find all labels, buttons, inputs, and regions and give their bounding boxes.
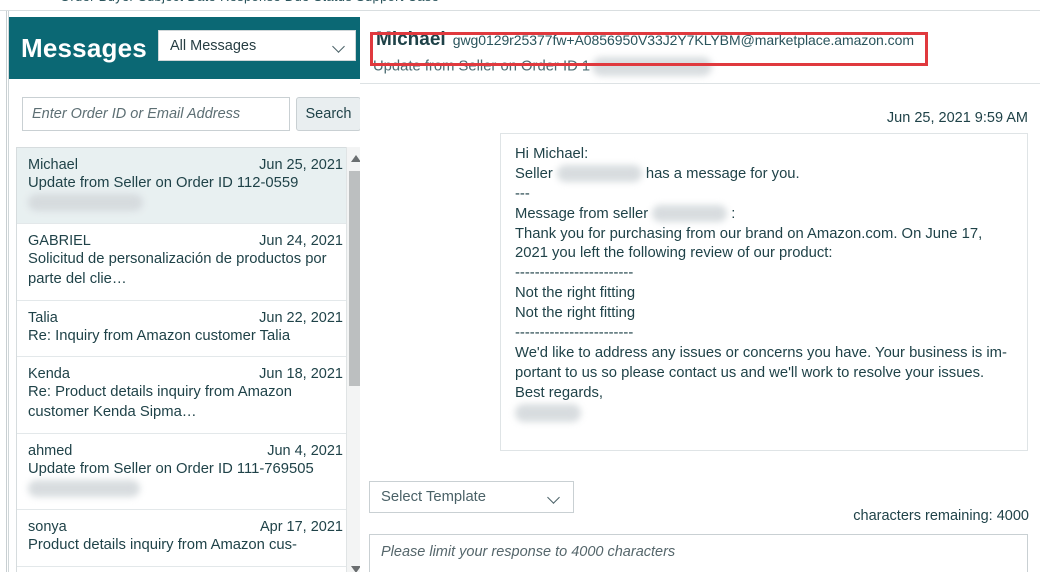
list-item-meta: sonya Apr 17, 2021 [28, 519, 343, 535]
list-item-subject: Product details inquiry from Amazon cus- [28, 537, 297, 554]
list-item-date: Apr 17, 2021 [259, 519, 343, 536]
redaction-block [652, 205, 728, 223]
list-item-subject-text: Update from Seller on Order ID 111-76950… [28, 460, 314, 477]
list-item-sender: ahmed [28, 442, 73, 459]
redaction-block [515, 403, 581, 422]
select-template-dropdown[interactable]: Select Template [369, 481, 574, 513]
list-item[interactable]: ahmed Jun 4, 2021 Update from Seller on … [17, 433, 354, 511]
body-closing: We'd like to address any issues or conce… [515, 344, 1007, 381]
list-item-sender: Michael [28, 157, 78, 173]
thread-timestamp: Jun 25, 2021 9:59 AM [886, 110, 1028, 126]
list-item[interactable]: Talia Jun 22, 2021 Re: Inquiry from Amaz… [17, 300, 354, 358]
reply-textarea[interactable] [369, 534, 1028, 572]
body-seller-suffix: has a message for you. [645, 165, 800, 182]
chevron-down-icon [548, 493, 561, 501]
message-body: Hi Michael: Seller has a message for you.… [500, 133, 1028, 451]
list-item[interactable]: Michael Jun 25, 2021 Update from Seller … [17, 148, 354, 225]
thread-subject: Update from Seller on Order ID 1 [373, 57, 713, 76]
body-separator: --- [515, 185, 530, 202]
list-item-subject-text: Update from Seller on Order ID 112-0559 [28, 175, 299, 191]
list-item-subject: Update from Seller on Order ID 112-0559 [28, 174, 343, 213]
body-greeting: Hi Michael: [515, 146, 589, 162]
list-item-date: Jun 25, 2021 [259, 157, 343, 173]
body-separator: ------------------------ [515, 265, 634, 282]
scrollbar-thumb[interactable] [349, 171, 360, 386]
body-message-from-prefix: Message from seller [515, 205, 649, 222]
body-signoff: Best regards, [515, 384, 604, 401]
list-item-sender: Talia [28, 309, 58, 326]
thread-sender-email: gwg0129r25377fw+A0856950V33J2Y7KLYBM@mar… [452, 32, 914, 48]
thread-subject-text: Update from Seller on Order ID 1 [373, 58, 591, 75]
sidebar-header: Messages All Messages [9, 17, 360, 79]
chevron-down-icon [333, 42, 346, 50]
body-separator: ------------------------ [515, 325, 634, 342]
body-seller-line: Seller has a message for you. [515, 165, 1013, 185]
list-item-date: Jun 24, 2021 [259, 233, 343, 250]
scroll-down-arrow-icon[interactable] [351, 566, 360, 572]
list-item[interactable]: Kenda Jun 18, 2021 Re: Product details i… [17, 357, 354, 434]
body-message-from: Message from seller: [515, 205, 1013, 225]
message-filter-dropdown[interactable]: All Messages [158, 30, 356, 61]
thread-sender-row: Michael gwg0129r25377fw+A0856950V33J2Y7K… [376, 29, 914, 51]
thread-sender-name: Michael [376, 29, 446, 50]
body-message-from-suffix: : [731, 205, 736, 222]
thread-header: Michael gwg0129r25377fw+A0856950V33J2Y7K… [360, 11, 1040, 84]
list-item-date: Jun 4, 2021 [267, 442, 343, 459]
redaction-block [28, 479, 140, 497]
message-list-scrollbar[interactable] [346, 147, 360, 572]
messages-sidebar: Messages All Messages Search Michael Jun… [8, 11, 360, 572]
list-item-sender: Kenda [28, 366, 70, 383]
list-item-meta: Talia Jun 22, 2021 [28, 310, 343, 326]
messages-page: Order Buyer Subject Date Response Due St… [0, 0, 1040, 572]
body-review-line-1: Not the right fitting [515, 285, 636, 302]
list-item-subject: Re: Inquiry from Amazon customer Talia [28, 327, 291, 344]
list-item-meta: Michael Jun 25, 2021 [28, 157, 343, 173]
list-item[interactable]: GABRIEL Jun 24, 2021 Solicitud de person… [17, 224, 354, 301]
redaction-block [28, 194, 143, 212]
characters-remaining-label: characters remaining: 4000 [853, 508, 1029, 524]
list-item-meta: GABRIEL Jun 24, 2021 [28, 233, 343, 249]
list-item-subject: Solicitud de personalización de producto… [28, 251, 327, 288]
body-thankyou: Thank you for purchasing from our brand … [515, 225, 983, 262]
list-item-subject: Re: Product details inquiry from Amazon … [28, 384, 292, 421]
message-list[interactable]: Michael Jun 25, 2021 Update from Seller … [16, 147, 355, 572]
page-title: Messages [21, 33, 147, 63]
search-button[interactable]: Search [296, 97, 360, 131]
redaction-block [592, 57, 713, 76]
search-row: Search [15, 93, 360, 135]
scroll-up-arrow-icon[interactable] [351, 155, 360, 162]
message-filter-value: All Messages [170, 37, 257, 54]
body-signature [515, 403, 1013, 424]
body-seller-prefix: Seller [515, 165, 553, 182]
list-item-meta: ahmed Jun 4, 2021 [28, 443, 343, 459]
cutoff-table-headers: Order Buyer Subject Date Response Due St… [60, 0, 439, 4]
select-template-value: Select Template [381, 489, 487, 505]
list-item-date: Jun 22, 2021 [259, 309, 343, 326]
list-item[interactable]: sonya Apr 17, 2021 Product details inqui… [17, 510, 354, 567]
page-top-cutoff: Order Buyer Subject Date Response Due St… [0, 0, 1040, 11]
redaction-block [556, 165, 642, 183]
list-item-sender: sonya [28, 519, 67, 536]
list-item-date: Jun 18, 2021 [259, 366, 343, 383]
list-item-meta: Kenda Jun 18, 2021 [28, 366, 343, 382]
list-item-subject: Update from Seller on Order ID 111-76950… [28, 460, 343, 499]
search-input[interactable] [22, 97, 290, 131]
message-thread-panel: Michael gwg0129r25377fw+A0856950V33J2Y7K… [360, 11, 1040, 572]
page-left-sliver: ME SUP ALL [0, 11, 7, 572]
body-review-line-2: Not the right fitting [515, 305, 636, 322]
list-item-sender: GABRIEL [28, 233, 91, 250]
